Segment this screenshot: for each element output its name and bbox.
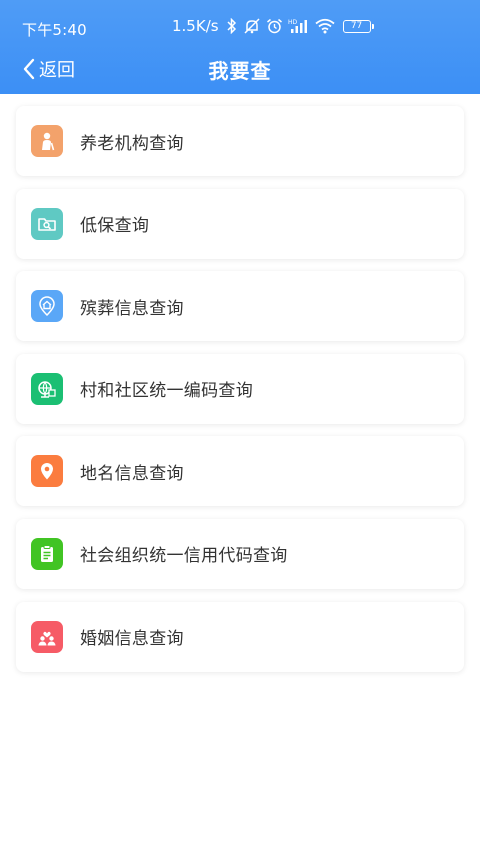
page-title: 我要查 xyxy=(208,59,272,83)
icon-tile xyxy=(31,290,63,323)
wifi-icon xyxy=(314,18,335,34)
alarm-icon xyxy=(266,18,282,34)
app-header: 下午5:40 1.5K/s HD 77 返回 我要查 xyxy=(0,0,480,94)
query-item-label: 村和社区统一编码查询 xyxy=(80,381,253,402)
status-icons: 1.5K/s HD 77 xyxy=(172,17,374,35)
query-item-label: 婚姻信息查询 xyxy=(80,629,184,650)
folder-search-icon xyxy=(38,217,56,231)
signal-icon: HD xyxy=(288,19,307,33)
query-item-village-community[interactable]: 村和社区统一编码查询 xyxy=(16,353,464,424)
query-item-label: 养老机构查询 xyxy=(80,133,184,154)
icon-tile xyxy=(31,620,63,653)
icon-tile xyxy=(31,125,63,157)
query-item-label: 地名信息查询 xyxy=(80,463,184,484)
icon-tile xyxy=(31,372,63,405)
couple-heart-icon xyxy=(38,631,56,646)
status-bar: 下午5:40 1.5K/s HD 77 xyxy=(0,0,480,52)
query-item-marriage[interactable]: 婚姻信息查询 xyxy=(16,601,464,672)
house-location-icon xyxy=(39,296,55,317)
icon-tile xyxy=(31,455,63,488)
query-item-funeral[interactable]: 殡葬信息查询 xyxy=(16,271,464,342)
query-item-subsistence[interactable]: 低保查询 xyxy=(16,188,464,259)
icon-tile xyxy=(31,207,63,240)
clipboard-icon xyxy=(41,544,53,562)
query-item-place-name[interactable]: 地名信息查询 xyxy=(16,436,464,507)
query-item-label: 社会组织统一信用代码查询 xyxy=(80,546,288,567)
mute-icon xyxy=(244,18,260,34)
svg-text:HD: HD xyxy=(288,19,298,26)
battery-icon: 77 xyxy=(342,19,374,33)
query-item-label: 殡葬信息查询 xyxy=(80,298,184,319)
location-pin-icon xyxy=(41,463,53,480)
query-list: 养老机构查询 低保查询 殡葬信息查询 村和社区统一编码查询 地名信息查询 社会组… xyxy=(16,106,464,684)
elderly-person-icon xyxy=(42,132,55,151)
network-speed: 1.5K/s xyxy=(172,17,219,35)
query-item-label: 低保查询 xyxy=(80,216,150,237)
query-item-elderly-care[interactable]: 养老机构查询 xyxy=(16,106,464,176)
icon-tile xyxy=(31,537,63,570)
globe-code-icon xyxy=(38,381,56,398)
bluetooth-icon xyxy=(227,18,236,34)
status-time: 下午5:40 xyxy=(22,21,87,39)
query-item-social-org-credit-code[interactable]: 社会组织统一信用代码查询 xyxy=(16,518,464,589)
